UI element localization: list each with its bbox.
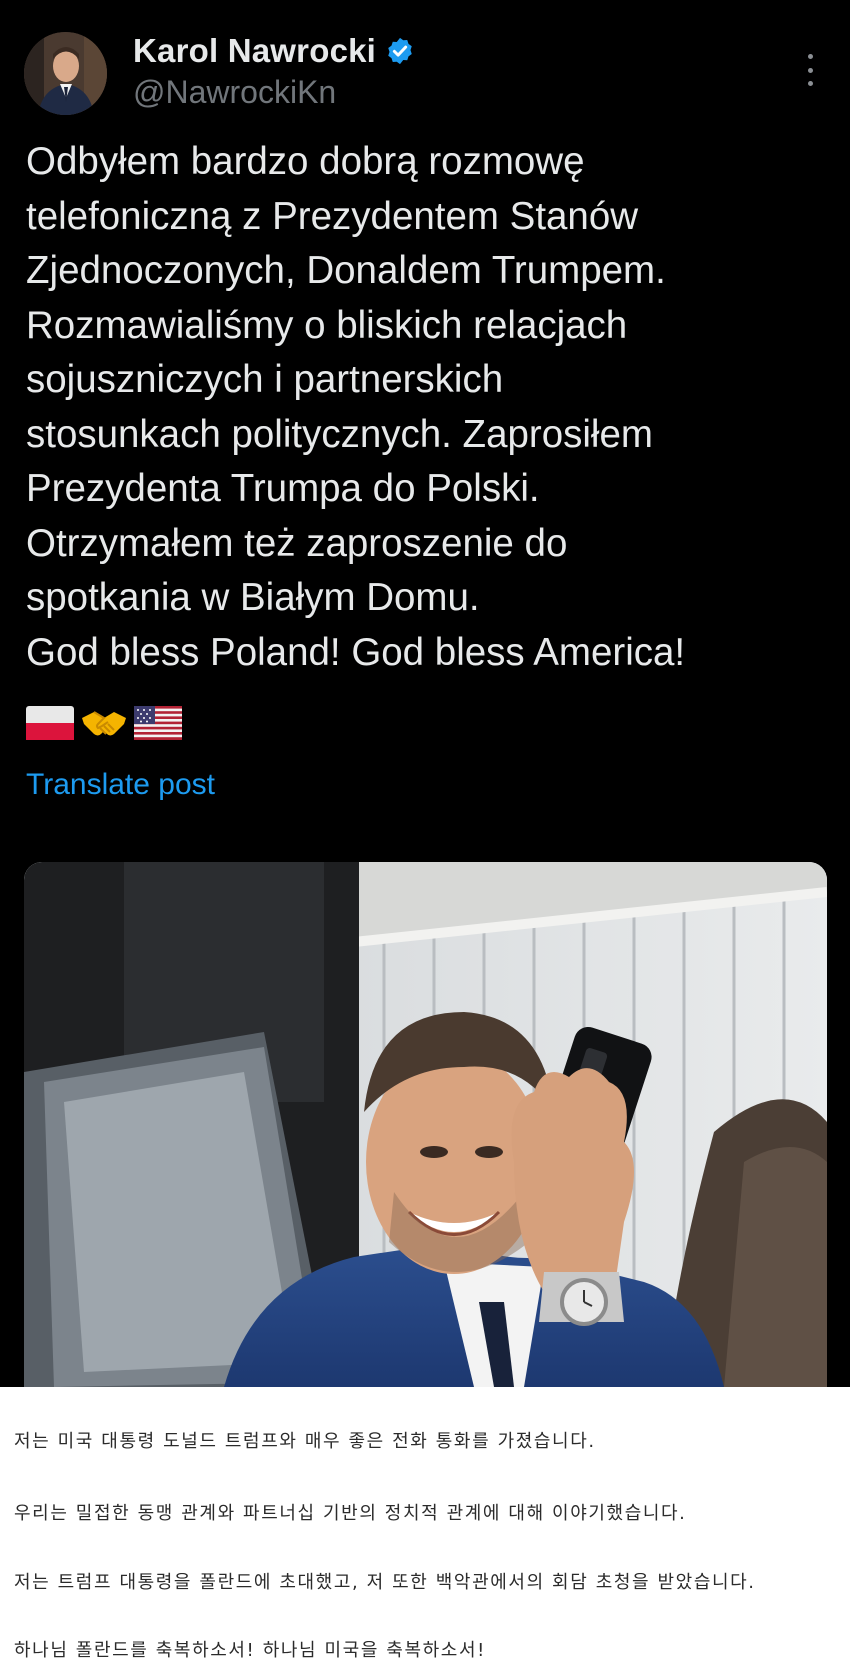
post-text-line: Odbyłem bardzo dobrą rozmowę: [26, 140, 585, 183]
post-text-line: sojuszniczych i partnerskich: [26, 358, 504, 401]
post-text-line: spotkania w Białym Domu.: [26, 576, 480, 619]
post-text-line: Prezydenta Trumpa do Polski.: [26, 467, 540, 510]
post-text-line: Otrzymałem też zaproszenie do: [26, 521, 568, 565]
more-options-icon[interactable]: [796, 50, 824, 90]
post-text-line: God bless Poland! God bless America!: [26, 630, 686, 674]
verified-badge-icon: [385, 36, 415, 66]
emoji-row: [26, 703, 182, 743]
author-name-row: Karol Nawrocki: [133, 30, 415, 72]
translation-line: 하나님 폴란드를 축복하소서! 하나님 미국을 축복하소서!: [14, 1640, 486, 1661]
translation-line: 저는 트럼프 대통령을 폴란드에 초대했고, 저 또한 백악관에서의 회담 초청…: [14, 1572, 756, 1593]
korean-translation: 저는 미국 대통령 도널드 트럼프와 매우 좋은 전화 통화를 가졌습니다. 우…: [0, 1387, 850, 1680]
post-text-line: Rozmawialiśmy o bliskich relacjach: [26, 303, 628, 347]
post-text-line: stosunkach politycznych. Zaprosiłem: [26, 412, 653, 456]
avatar-image: [24, 32, 107, 115]
translation-line: 저는 미국 대통령 도널드 트럼프와 매우 좋은 전화 통화를 가졌습니다.: [14, 1431, 596, 1452]
author-handle[interactable]: @NawrockiKn: [133, 74, 336, 111]
author-display-name[interactable]: Karol Nawrocki: [133, 32, 376, 70]
translate-post-link[interactable]: Translate post: [26, 768, 215, 802]
post-text-line: Zjednoczonych, Donaldem Trumpem.: [26, 249, 666, 292]
post-text-line: telefoniczną z Prezydentem Stanów: [26, 194, 639, 238]
translation-line: 우리는 밀접한 동맹 관계와 파트너십 기반의 정치적 관계에 대해 이야기했습…: [14, 1503, 687, 1524]
photo-man-on-phone: [24, 862, 827, 1387]
avatar[interactable]: [24, 32, 107, 115]
post-photo[interactable]: [24, 862, 827, 1387]
handshake-icon: [82, 711, 126, 736]
post-text: Odbyłem bardzo dobrą rozmowę telefoniczn…: [26, 135, 826, 680]
poland-flag-icon: [26, 706, 74, 740]
us-flag-icon: [134, 706, 182, 740]
tweet-card: Karol Nawrocki @NawrockiKn Odbyłem bardz…: [0, 0, 850, 1387]
